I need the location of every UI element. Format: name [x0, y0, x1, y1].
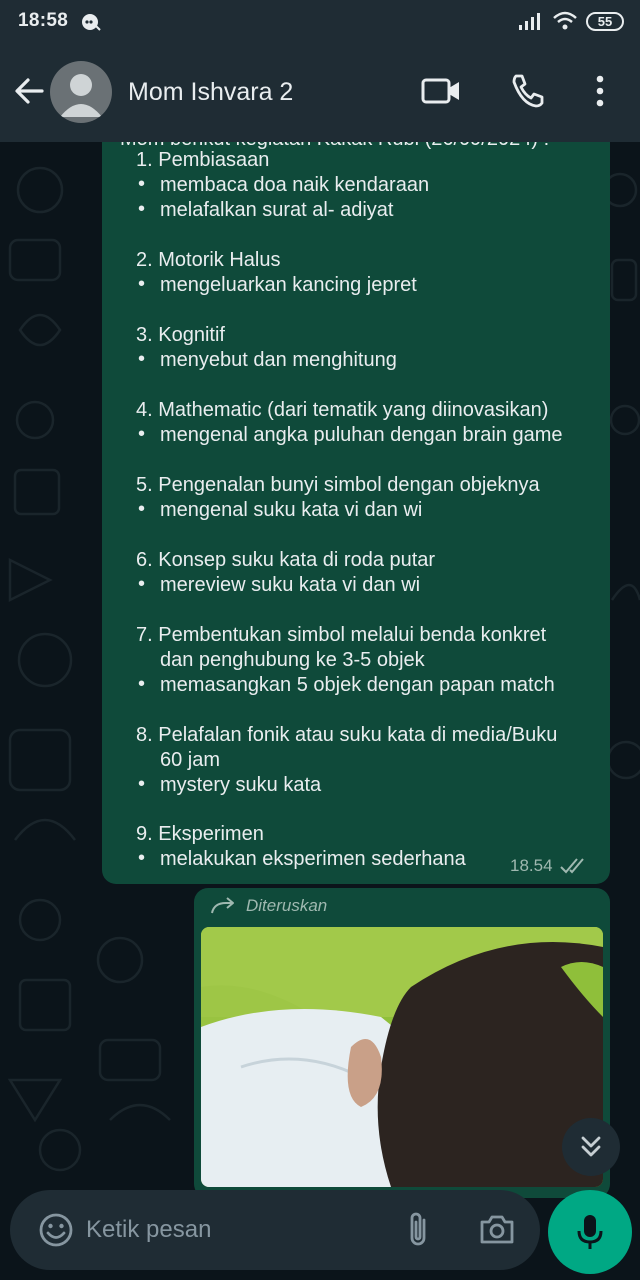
bullet: • [138, 773, 146, 795]
paperclip-icon[interactable] [404, 1210, 432, 1255]
message-line: melakukan eksperimen sederhana [160, 848, 466, 870]
message-line: membaca doa naik kendaraan [160, 174, 430, 196]
message-line: mystery suku kata [160, 774, 322, 796]
message-line: 2. Motorik Halus [136, 249, 281, 271]
message-line: 4. Mathematic (dari tematik yang diinova… [136, 399, 549, 421]
message-time: 18.54 [510, 856, 553, 875]
message-line: mengenal suku kata vi dan wi [160, 499, 423, 521]
message-line: melafalkan surat al- adiyat [160, 199, 394, 221]
message-line: 7. Pembentukan simbol melalui benda konk… [136, 624, 547, 646]
chat-screen: 18:58 55 Mom Ishvara 2 Mom berikut kegia… [0, 0, 640, 1280]
chat-header: Mom Ishvara 2 [0, 44, 640, 142]
bullet: • [138, 423, 146, 445]
more-vert-icon[interactable] [588, 73, 612, 114]
message-line: 3. Kognitif [136, 324, 225, 346]
bullet: • [138, 273, 146, 295]
camera-icon[interactable] [478, 1212, 516, 1253]
message-line: memasangkan 5 objek dengan papan match [160, 674, 555, 696]
message-input[interactable]: Ketik pesan [86, 1216, 211, 1244]
message-line: 6. Konsep suku kata di roda putar [136, 549, 436, 571]
forwarded-label: Diteruskan [210, 896, 327, 916]
avatar[interactable] [50, 61, 112, 123]
status-bar: 18:58 55 [0, 0, 640, 44]
message-line: 9. Eksperimen [136, 823, 264, 845]
bullet: • [138, 173, 146, 195]
signal-icon [519, 13, 540, 30]
forwarded-text: Diteruskan [246, 896, 328, 915]
video-call-icon[interactable] [420, 74, 462, 113]
message-line: mengenal angka puluhan dengan brain game [160, 424, 563, 446]
forwarded-photo[interactable] [201, 927, 603, 1187]
emoji-icon[interactable] [38, 1212, 74, 1253]
scroll-to-bottom-button[interactable] [562, 1118, 620, 1176]
message-line: 5. Pengenalan bunyi simbol dengan objekn… [136, 474, 540, 496]
message-meta: 18.54 [510, 856, 589, 876]
battery-indicator: 55 [586, 11, 624, 31]
double-check-icon [559, 858, 584, 874]
message-line: menyebut dan menghitung [160, 349, 397, 371]
wifi-icon [553, 11, 577, 30]
back-arrow-icon[interactable] [12, 74, 46, 113]
message-line: mengeluarkan kancing jepret [160, 274, 417, 296]
message-line: dan penghubung ke 3-5 objek [160, 649, 425, 671]
message-line: 60 jam [160, 749, 221, 771]
message-line: 8. Pelafalan fonik atau suku kata di med… [136, 724, 558, 746]
bullet: • [138, 847, 146, 869]
bullet: • [138, 573, 146, 595]
contact-name[interactable]: Mom Ishvara 2 [128, 78, 293, 107]
chevrons-down-icon [581, 1136, 601, 1157]
message-input-bar[interactable]: Ketik pesan [10, 1190, 540, 1270]
status-icons: 55 [518, 10, 624, 32]
forward-icon [211, 897, 234, 914]
bullet: • [138, 498, 146, 520]
bullet: • [138, 198, 146, 220]
message-line: 1. Pembiasaan [136, 149, 270, 171]
message-line: mereview suku kata vi dan wi [160, 574, 421, 596]
mic-icon [577, 1215, 603, 1249]
notification-icon [80, 12, 102, 37]
mic-button[interactable] [548, 1190, 632, 1274]
bullet: • [138, 673, 146, 695]
phone-icon[interactable] [508, 72, 544, 113]
status-time: 18:58 [18, 10, 69, 31]
bullet: • [138, 348, 146, 370]
